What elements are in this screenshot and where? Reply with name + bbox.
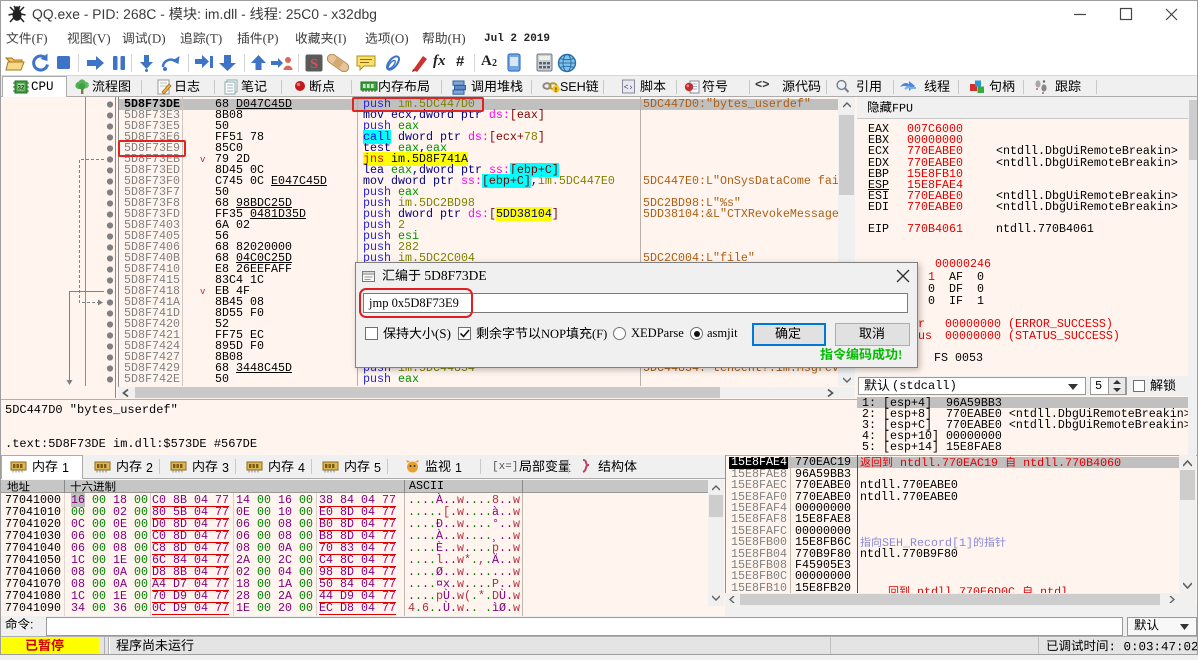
svg-text:!: ! <box>554 87 556 93</box>
svg-text:S: S <box>310 57 318 72</box>
svg-text:<›: <› <box>624 84 634 93</box>
